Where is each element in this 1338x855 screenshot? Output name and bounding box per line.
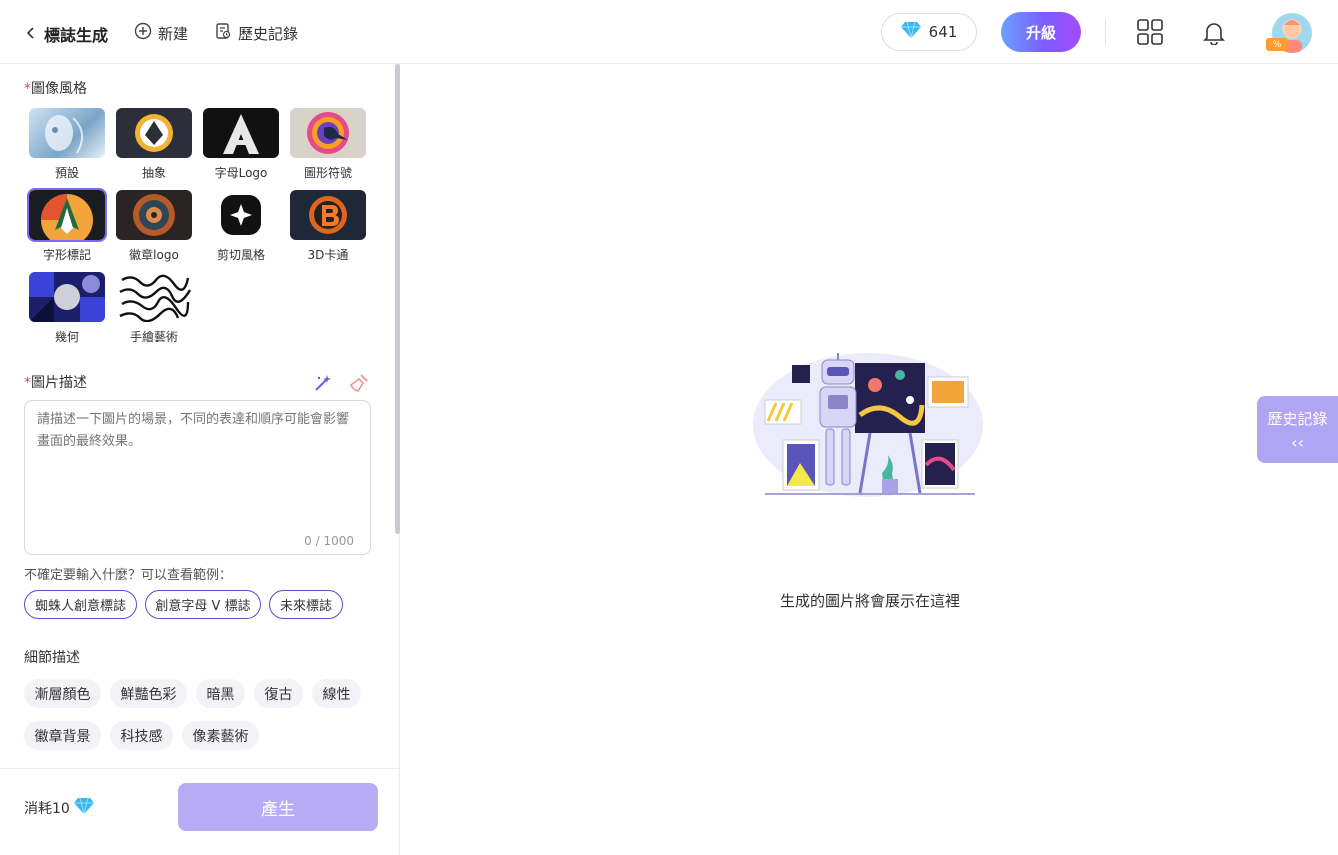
upgrade-button[interactable]: 升級 [1001,12,1081,52]
history-button[interactable]: 歷史記錄 [214,22,298,44]
style-thumb-letter-logo [203,108,279,158]
style-thumb-default [29,108,105,158]
credits-count: 641 [928,23,958,41]
style-name: 3D卡通 [307,248,349,262]
new-label: 新建 [158,24,189,43]
history-label: 歷史記錄 [238,24,299,43]
style-default[interactable]: 預設 [29,108,105,181]
style-name: 抽象 [141,166,166,180]
empty-state-illustration [750,345,990,505]
page-title: 標誌生成 [44,26,109,45]
diamond-icon [900,21,921,43]
style-name: 預設 [54,166,79,180]
style-letter-logo[interactable]: 字母Logo [203,108,279,181]
style-name: 字母Logo [214,166,268,180]
detail-chip[interactable]: 徽章背景 [24,721,101,750]
history-tab-label: 歷史記錄 [1267,409,1328,428]
style-thumb-glyph-mark [27,188,107,242]
style-thumb-badge-logo [116,190,192,240]
back-button[interactable]: 標誌生成 [24,22,108,46]
history-side-tab[interactable]: 歷史記錄 ‹‹ [1257,396,1338,463]
style-cut-style[interactable]: 剪切風格 [203,190,279,263]
style-thumb-hand-drawn [116,272,192,322]
empty-state-text: 生成的圖片將會展示在這裡 [779,592,960,610]
style-geometric[interactable]: 幾何 [29,272,105,345]
style-abstract[interactable]: 抽象 [116,108,192,181]
style-thumb-geometric [29,272,105,322]
cost-info: 消耗10 [24,797,94,819]
example-chip[interactable]: 創意字母 V 標誌 [145,590,261,619]
detail-chip[interactable]: 科技感 [110,721,173,750]
style-name: 手繪藝術 [129,330,178,344]
cost-label: 消耗10 [24,801,70,817]
detail-chip[interactable]: 像素藝術 [182,721,259,750]
style-3d-cartoon[interactable]: 3D卡通 [290,190,366,263]
double-chevron-left-icon: ‹‹ [1291,432,1304,452]
style-name: 幾何 [54,330,79,344]
required-mark: * [24,81,31,97]
magic-wand-icon[interactable] [313,373,333,397]
detail-chip[interactable]: 暗黑 [196,679,245,708]
style-thumb-abstract [116,108,192,158]
example-hint: 不確定要輸入什麼？可以查看範例： [24,568,233,583]
style-hand-drawn[interactable]: 手繪藝術 [116,272,192,345]
char-counter: 0 / 1000 [304,534,354,548]
history-doc-icon [214,22,232,44]
style-name: 剪切風格 [216,248,265,262]
style-name: 圖形符號 [303,166,352,180]
generate-button[interactable]: 產生 [178,783,378,831]
description-section-label: *圖片描述 [24,372,87,392]
style-thumb-3d-cartoon [290,190,366,240]
style-thumb-cut-style [203,190,279,240]
style-section-text: 圖像風格 [31,81,87,97]
style-section-label: *圖像風格 [24,78,87,98]
top-header: 標誌生成 新建 歷史記錄 641 升級 % [0,0,1338,64]
example-chip[interactable]: 蜘蛛人創意標誌 [24,590,137,619]
detail-chip[interactable]: 復古 [254,679,303,708]
required-mark: * [24,375,31,391]
footer-divider [0,768,399,769]
detail-chip[interactable]: 漸層顏色 [24,679,101,708]
style-name: 字形標記 [42,248,91,262]
avatar-badge: % [1266,38,1288,51]
chevron-left-icon [24,25,38,44]
sidebar-scrollbar[interactable] [395,64,400,534]
apps-grid-icon[interactable] [1137,19,1163,45]
diamond-icon [73,797,94,819]
detail-chip[interactable]: 線性 [312,679,361,708]
credits-pill[interactable]: 641 [881,13,977,51]
header-divider [1105,19,1106,45]
new-button[interactable]: 新建 [134,22,188,44]
style-graphic-symbol[interactable]: 圖形符號 [290,108,366,181]
bell-icon[interactable] [1201,19,1227,46]
description-section-text: 圖片描述 [31,375,87,391]
style-glyph-mark[interactable]: 字形標記 [27,188,107,263]
detail-section-label: 細節描述 [24,650,80,666]
style-name: 徽章logo [129,248,179,262]
description-input[interactable] [24,400,371,555]
plus-circle-icon [134,22,152,44]
style-thumb-graphic-symbol [290,108,366,158]
style-badge-logo[interactable]: 徽章logo [116,190,192,263]
example-chip[interactable]: 未來標誌 [269,590,343,619]
clear-brush-icon[interactable] [349,373,369,397]
detail-chip[interactable]: 鮮豔色彩 [110,679,187,708]
